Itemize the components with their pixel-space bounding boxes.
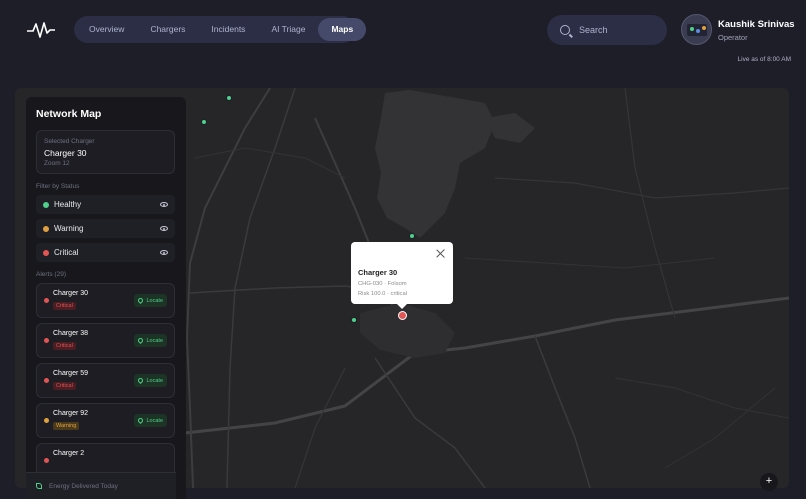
- eye-icon[interactable]: [160, 250, 168, 255]
- user-name: Kaushik Srinivas: [718, 19, 795, 30]
- map-marker-healthy[interactable]: [201, 119, 207, 125]
- alerts-heading: Alerts (29): [36, 271, 66, 278]
- alert-item[interactable]: Charger 59 Critical Locate: [36, 363, 175, 398]
- tab-incidents[interactable]: Incidents: [198, 18, 258, 41]
- zoom-level: Zoom 12: [44, 160, 70, 167]
- map-marker-selected[interactable]: [398, 311, 407, 320]
- status-dot: [44, 298, 49, 303]
- main-nav: Overview Chargers Incidents AI Triage Ma…: [74, 16, 367, 43]
- tab-chargers[interactable]: Chargers: [137, 18, 198, 41]
- alert-name: Charger 38: [53, 330, 89, 337]
- locate-label: Locate: [146, 377, 163, 384]
- charger-popup: Charger 30 CHG-030 · Folsom Risk 100.0 ·…: [351, 242, 453, 309]
- alert-item[interactable]: Charger 30 Critical Locate: [36, 283, 175, 318]
- search-icon: [560, 25, 570, 35]
- search-input[interactable]: Search: [547, 15, 667, 45]
- energy-label: Energy Delivered Today: [49, 482, 118, 490]
- pin-icon: [137, 296, 145, 305]
- locate-button[interactable]: Locate: [134, 334, 167, 347]
- eye-icon[interactable]: [160, 226, 168, 231]
- filter-critical[interactable]: Critical: [36, 243, 175, 262]
- map-marker-healthy[interactable]: [409, 233, 415, 239]
- filter-heading: Filter by Status: [36, 183, 80, 190]
- filter-label: Critical: [54, 248, 79, 257]
- map-marker-healthy[interactable]: [351, 317, 357, 323]
- popup-risk: Risk 100.0 · critical: [358, 291, 407, 297]
- filter-label: Healthy: [54, 200, 82, 209]
- tab-ai-triage[interactable]: AI Triage: [258, 18, 318, 41]
- status-dot: [44, 338, 49, 343]
- status-badge: Critical: [53, 302, 76, 310]
- alert-item[interactable]: Charger 38 Critical Locate: [36, 323, 175, 358]
- status-badge: Critical: [53, 342, 76, 350]
- alert-name: Charger 30: [53, 290, 89, 297]
- locate-label: Locate: [146, 417, 163, 424]
- status-badge: Warning: [53, 422, 80, 430]
- locate-button[interactable]: Locate: [134, 374, 167, 387]
- search-placeholder: Search: [579, 25, 608, 35]
- status-dot: [44, 378, 49, 383]
- pin-icon: [137, 416, 145, 425]
- status-dot: [43, 249, 49, 256]
- status-badge: Critical: [53, 382, 76, 390]
- pin-icon: [137, 376, 145, 385]
- leaf-icon: [36, 483, 42, 489]
- locate-button[interactable]: Locate: [134, 414, 167, 427]
- selected-label: Selected Charger: [44, 138, 95, 145]
- alert-item[interactable]: Charger 92 Warning Locate: [36, 403, 175, 438]
- filter-label: Warning: [54, 224, 84, 233]
- filter-warning[interactable]: Warning: [36, 219, 175, 238]
- logo-icon: [27, 22, 55, 38]
- status-dot: [43, 225, 49, 232]
- side-panel: Network Map Selected Charger Charger 30 …: [26, 97, 186, 499]
- tab-maps[interactable]: Maps: [318, 18, 367, 41]
- locate-label: Locate: [146, 297, 163, 304]
- popup-subtitle: CHG-030 · Folsom: [358, 281, 407, 287]
- close-icon[interactable]: [436, 248, 446, 258]
- popup-title: Charger 30: [358, 268, 398, 277]
- alert-name: Charger 92: [53, 410, 89, 417]
- locate-button[interactable]: Locate: [134, 294, 167, 307]
- user-role: Operator: [718, 33, 748, 42]
- panel-title: Network Map: [36, 108, 102, 120]
- tab-overview[interactable]: Overview: [76, 18, 137, 41]
- pin-icon: [137, 336, 145, 345]
- status-dot: [43, 201, 49, 208]
- selected-value: Charger 30: [44, 148, 87, 158]
- energy-summary[interactable]: Energy Delivered Today: [26, 472, 176, 499]
- avatar[interactable]: [681, 14, 712, 45]
- map-marker-healthy[interactable]: [226, 95, 232, 101]
- status-dot: [44, 418, 49, 423]
- zoom-in-button[interactable]: +: [760, 473, 778, 491]
- live-timestamp: Live as of 8:00 AM: [737, 56, 791, 63]
- eye-icon[interactable]: [160, 202, 168, 207]
- status-dot: [44, 458, 49, 463]
- filter-healthy[interactable]: Healthy: [36, 195, 175, 214]
- alert-name: Charger 2: [53, 450, 85, 457]
- selected-charger-box: Selected Charger Charger 30 Zoom 12: [36, 130, 175, 174]
- locate-label: Locate: [146, 337, 163, 344]
- alert-name: Charger 59: [53, 370, 89, 377]
